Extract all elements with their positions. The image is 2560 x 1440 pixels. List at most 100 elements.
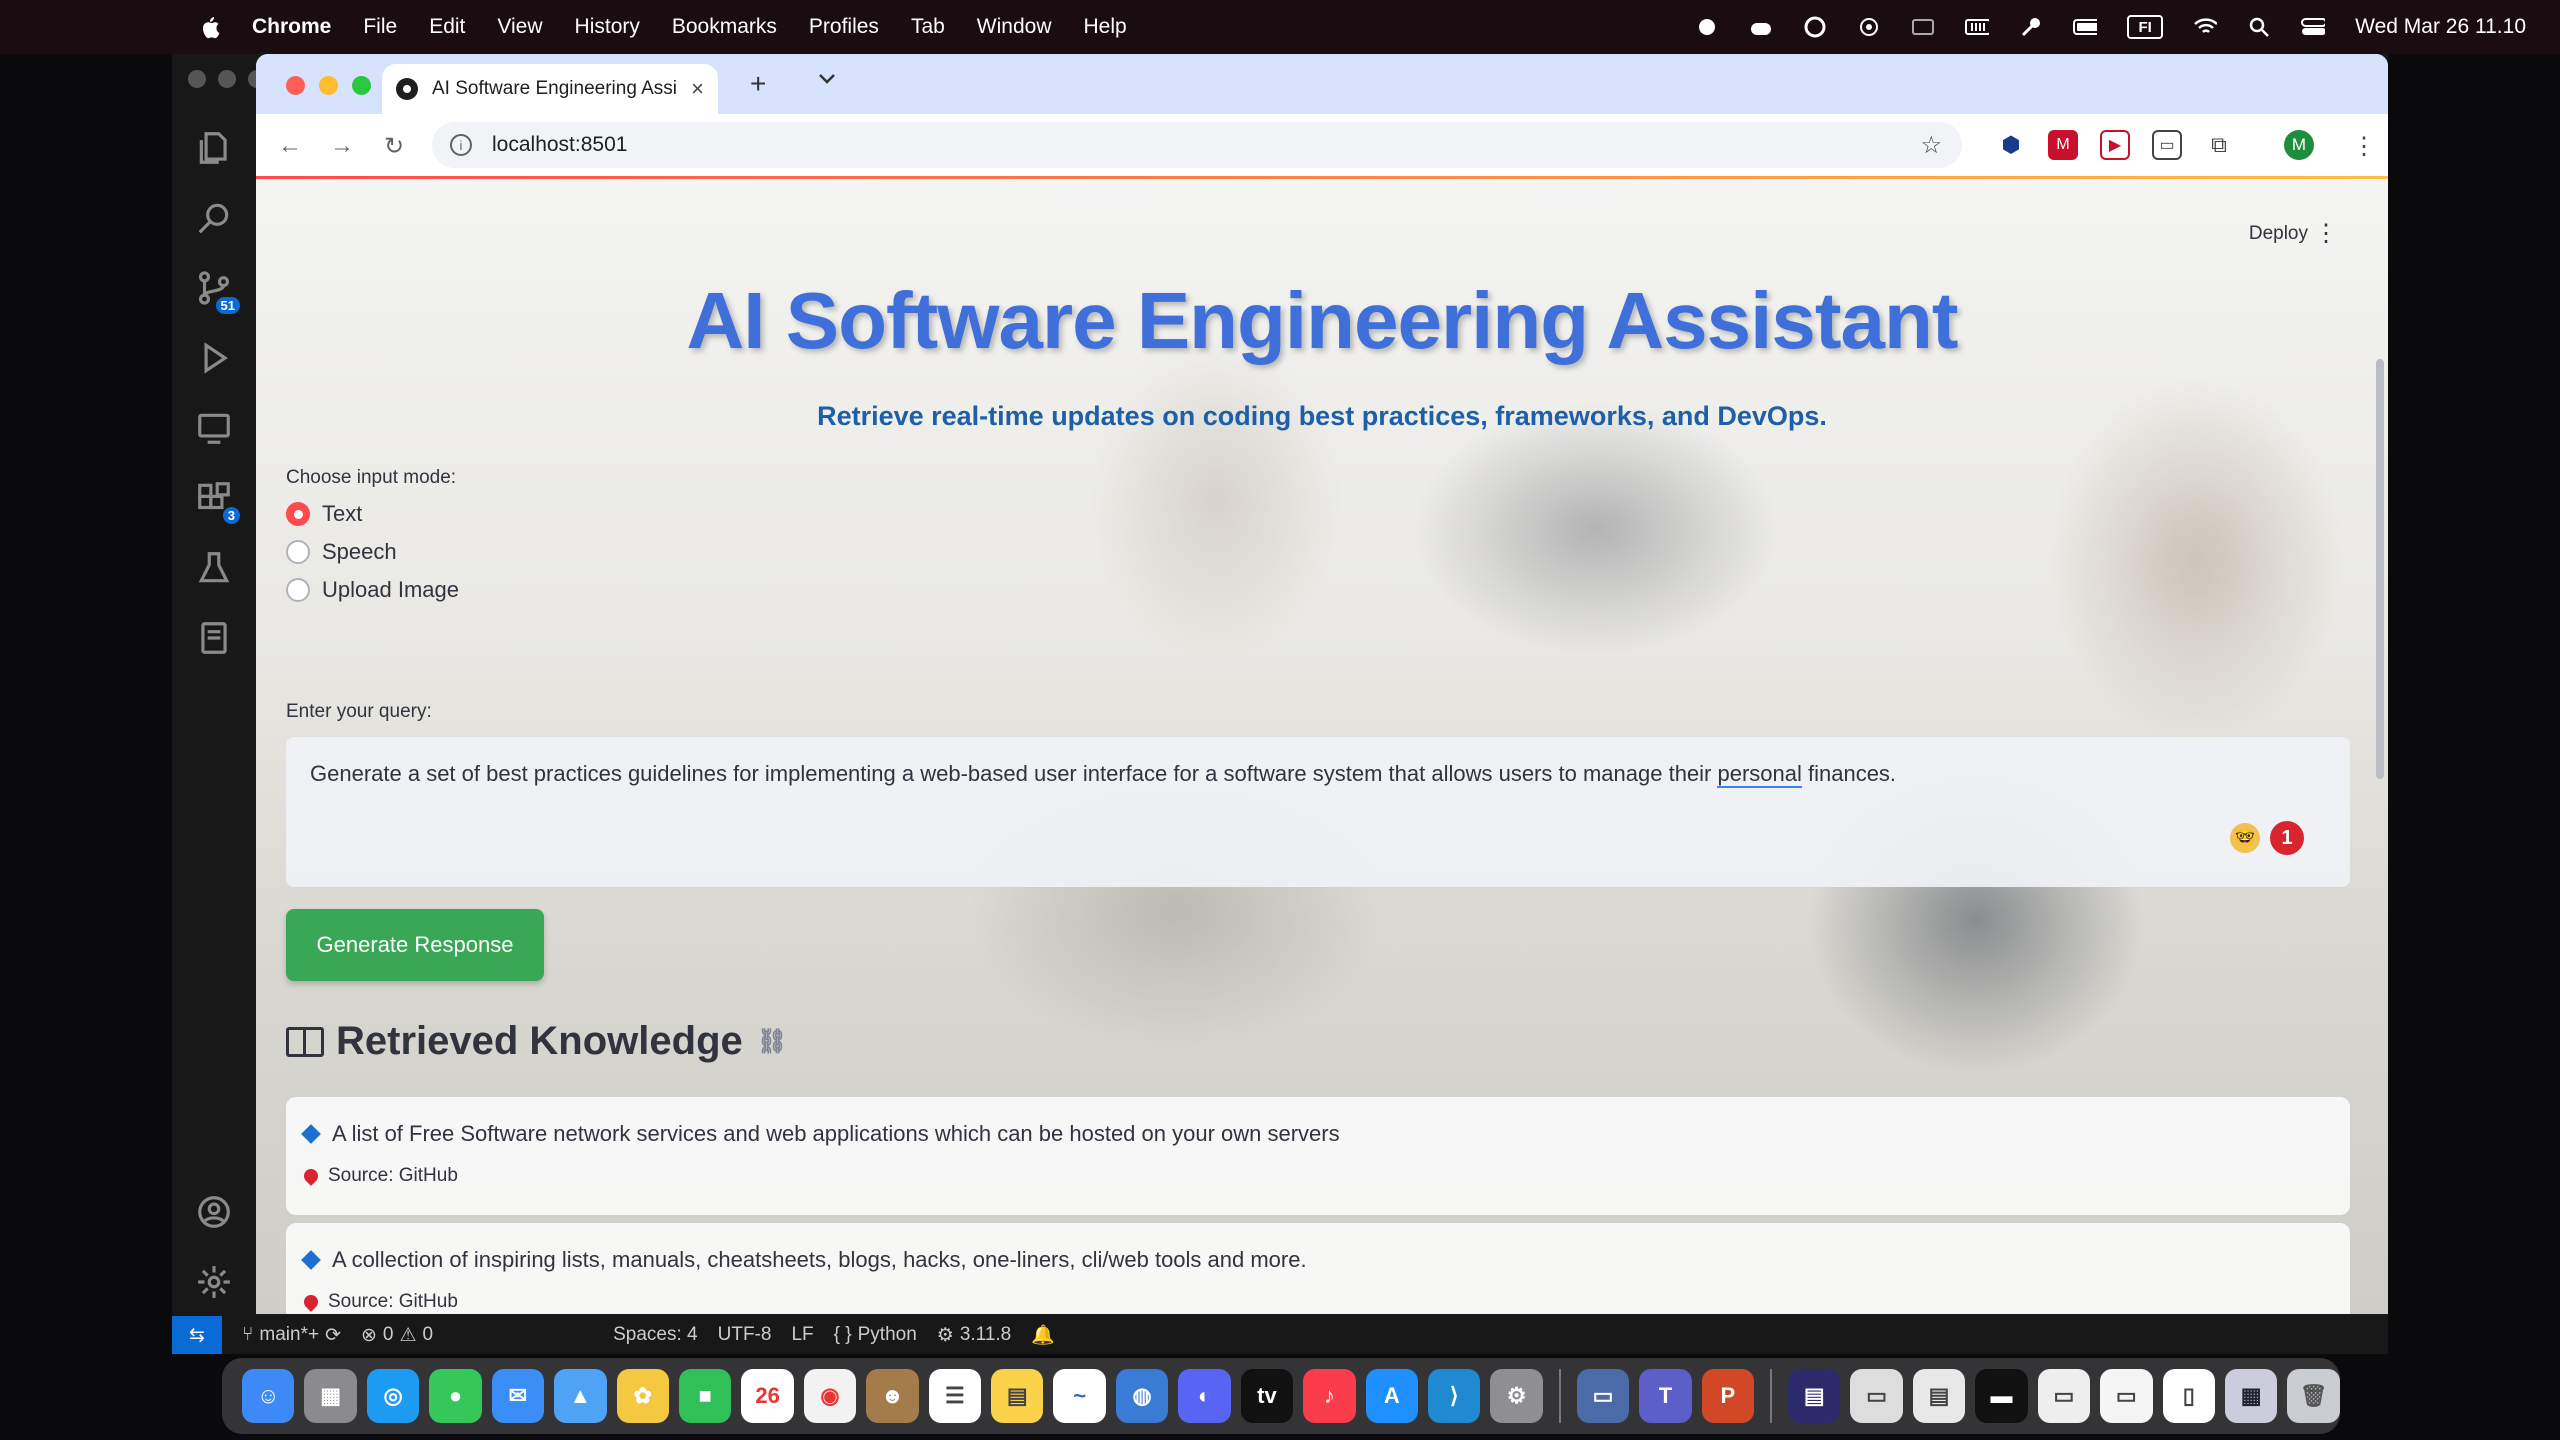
- remote-explorer-icon[interactable]: [192, 406, 236, 450]
- menu-app-chrome[interactable]: Chrome: [252, 15, 331, 39]
- system-settings-icon[interactable]: ⚙: [1490, 1369, 1543, 1423]
- extensions-icon[interactable]: 3: [192, 476, 240, 524]
- zoom-window-button[interactable]: [352, 76, 371, 95]
- deploy-button[interactable]: Deploy: [2249, 223, 2308, 245]
- recent-file-icon[interactable]: ▦: [2224, 1369, 2278, 1423]
- problems-indicator[interactable]: ⊗ 0 ⚠ 0: [361, 1324, 433, 1347]
- menu-edit[interactable]: Edit: [429, 15, 465, 39]
- app-menu-icon[interactable]: ⋮: [2314, 219, 2338, 248]
- recent-file-icon[interactable]: ▯: [2162, 1369, 2215, 1423]
- facetime-icon[interactable]: ■: [678, 1369, 732, 1423]
- menu-window[interactable]: Window: [977, 15, 1052, 39]
- launchpad-icon[interactable]: ▦: [304, 1369, 357, 1423]
- menubar-clock[interactable]: Wed Mar 26 11.10: [2355, 15, 2526, 39]
- contacts-icon[interactable]: ☻: [866, 1369, 919, 1423]
- anchor-link-icon[interactable]: ⛓: [757, 1027, 787, 1056]
- testing-icon[interactable]: [192, 546, 236, 590]
- menu-profiles[interactable]: Profiles: [809, 15, 879, 39]
- messages-icon[interactable]: ●: [429, 1369, 482, 1423]
- extension-cast-icon[interactable]: ▭: [2152, 130, 2182, 160]
- menu-view[interactable]: View: [497, 15, 542, 39]
- remote-desktop-icon[interactable]: ▭: [1576, 1369, 1630, 1423]
- radio-text[interactable]: Text: [286, 501, 362, 527]
- airdrop-icon[interactable]: [1857, 15, 1881, 39]
- reload-icon[interactable]: ↻: [380, 132, 408, 160]
- maps-icon[interactable]: ▲: [554, 1369, 607, 1423]
- photos-icon[interactable]: ✿: [616, 1369, 669, 1423]
- python-version-indicator[interactable]: ⚙ 3.11.8: [937, 1324, 1011, 1347]
- explorer-icon[interactable]: [192, 126, 236, 170]
- remote-indicator-icon[interactable]: ⇆: [172, 1316, 222, 1354]
- notifications-bell-icon[interactable]: 🔔: [1031, 1323, 1055, 1347]
- encoding-indicator[interactable]: UTF-8: [718, 1324, 772, 1346]
- recent-file-icon[interactable]: ▭: [1850, 1369, 1903, 1423]
- forward-arrow-icon[interactable]: →: [328, 132, 356, 160]
- mail-icon[interactable]: ✉: [491, 1369, 545, 1423]
- radio-upload-image[interactable]: Upload Image: [286, 577, 459, 603]
- recent-file-icon[interactable]: ▭: [2037, 1369, 2091, 1423]
- reminders-icon[interactable]: ☰: [928, 1369, 982, 1423]
- freeform-icon[interactable]: ~: [1053, 1369, 1106, 1423]
- tab-close-icon[interactable]: ×: [691, 76, 704, 102]
- tab-search-chevron-icon[interactable]: [818, 72, 836, 90]
- menu-history[interactable]: History: [575, 15, 640, 39]
- address-bar[interactable]: i localhost:8501 ☆: [432, 122, 1962, 168]
- menu-help[interactable]: Help: [1084, 15, 1127, 39]
- menu-tab[interactable]: Tab: [911, 15, 945, 39]
- apple-menu-icon[interactable]: [200, 15, 220, 39]
- chrome-menu-icon[interactable]: ⋮: [2352, 132, 2376, 161]
- music-icon[interactable]: ♪: [1303, 1369, 1356, 1423]
- recent-file-icon[interactable]: ▭: [2100, 1369, 2153, 1423]
- extension-mendeley-icon[interactable]: M: [2048, 130, 2078, 160]
- battery-icon[interactable]: [2073, 15, 2098, 39]
- extensions-puzzle-icon[interactable]: ⧉: [2204, 130, 2234, 160]
- keyboard-icon[interactable]: FI: [2127, 15, 2164, 39]
- query-textarea[interactable]: Generate a set of best practices guideli…: [286, 737, 2350, 887]
- indentation-indicator[interactable]: Spaces: 4: [613, 1324, 698, 1346]
- notes-icon[interactable]: ▤: [991, 1369, 1044, 1423]
- accounts-icon[interactable]: [192, 1190, 236, 1234]
- active-tab[interactable]: AI Software Engineering Assi ×: [382, 64, 718, 114]
- search-icon[interactable]: [192, 196, 236, 240]
- back-arrow-icon[interactable]: ←: [276, 132, 304, 160]
- minimize-window-button[interactable]: [319, 76, 338, 95]
- extension-shield-icon[interactable]: ⬢: [1996, 130, 2026, 160]
- close-window-button[interactable]: [286, 76, 305, 95]
- discord-icon[interactable]: ◐: [1178, 1369, 1231, 1423]
- generate-response-button[interactable]: Generate Response: [286, 909, 544, 981]
- source-control-icon[interactable]: 51: [192, 266, 240, 314]
- wifi-icon[interactable]: [2193, 15, 2218, 39]
- finder-icon[interactable]: ☺: [242, 1369, 295, 1423]
- vscode-window-controls[interactable]: [188, 70, 266, 88]
- bookmark-star-icon[interactable]: ☆: [1920, 131, 1942, 160]
- record-icon[interactable]: [1695, 15, 1719, 39]
- menu-file[interactable]: File: [363, 15, 397, 39]
- recent-file-icon[interactable]: ▤: [1788, 1369, 1841, 1423]
- memory-icon[interactable]: [1965, 15, 1990, 39]
- gear-icon[interactable]: [192, 1260, 236, 1304]
- grammar-emoji-icon[interactable]: 🤓: [2230, 823, 2260, 853]
- proxyman-icon[interactable]: ◍: [1115, 1369, 1169, 1423]
- eol-indicator[interactable]: LF: [791, 1324, 813, 1346]
- powerpoint-icon[interactable]: P: [1701, 1369, 1755, 1423]
- vscode-icon[interactable]: ⟩: [1428, 1369, 1481, 1423]
- recent-file-icon[interactable]: ▤: [1912, 1369, 1966, 1423]
- recent-file-icon[interactable]: ▬: [1975, 1369, 2028, 1423]
- site-info-icon[interactable]: i: [450, 134, 472, 156]
- run-debug-icon[interactable]: [192, 336, 236, 380]
- control-center-icon[interactable]: [2301, 15, 2326, 39]
- teams-icon[interactable]: T: [1639, 1369, 1692, 1423]
- branch-indicator[interactable]: ⑂ main*+ ⟳: [242, 1324, 341, 1347]
- app-store-icon[interactable]: A: [1365, 1369, 1419, 1423]
- grammar-widget[interactable]: 🤓 1: [2230, 821, 2304, 855]
- radio-speech[interactable]: Speech: [286, 539, 397, 565]
- new-tab-button[interactable]: +: [750, 68, 766, 100]
- profile-avatar[interactable]: M: [2284, 130, 2314, 160]
- language-indicator[interactable]: { } Python: [834, 1324, 917, 1346]
- search-icon[interactable]: [2247, 15, 2271, 39]
- menu-bookmarks[interactable]: Bookmarks: [672, 15, 777, 39]
- notebook-icon[interactable]: [192, 616, 236, 660]
- page-scrollbar[interactable]: [2376, 359, 2384, 779]
- grammar-count-badge[interactable]: 1: [2270, 821, 2304, 855]
- vpn-icon[interactable]: [1803, 15, 1827, 39]
